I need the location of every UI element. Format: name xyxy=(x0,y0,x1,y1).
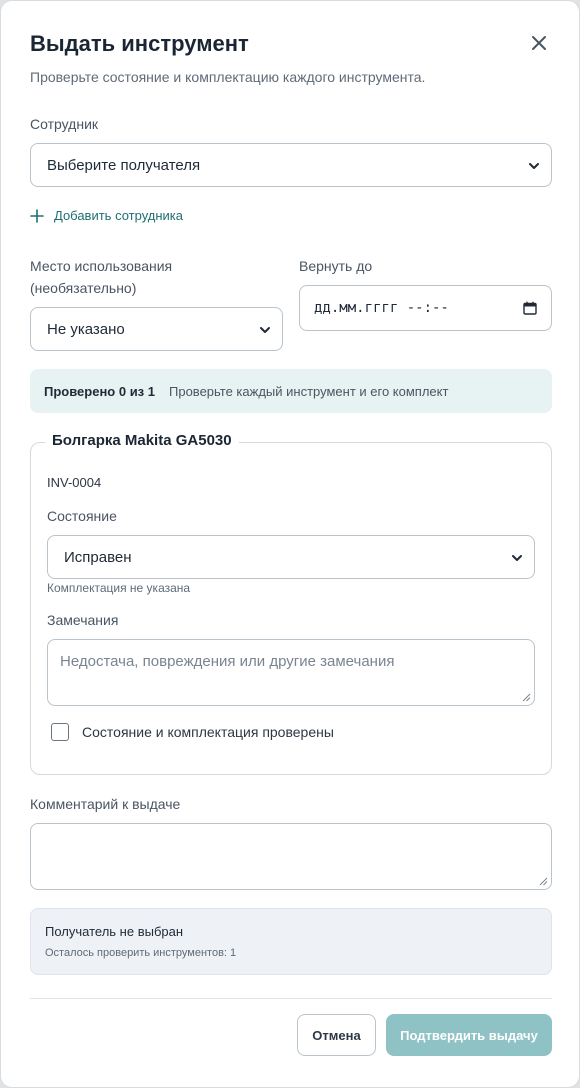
plus-icon xyxy=(30,208,44,223)
check-progress-banner: Проверено 0 из 1 Проверьте каждый инстру… xyxy=(30,369,552,413)
return-by-placeholder: дд.мм.гггг --:-- xyxy=(314,300,449,316)
add-employee-link[interactable]: Добавить сотрудника xyxy=(30,208,183,223)
chevron-down-icon xyxy=(512,555,522,561)
summary-subtitle: Осталось проверить инструментов: 1 xyxy=(45,947,237,959)
comment-label: Комментарий к выдаче xyxy=(30,796,181,812)
employee-label: Сотрудник xyxy=(30,116,99,132)
condition-select[interactable]: Исправен xyxy=(47,535,535,579)
location-label-line2: (необязательно) xyxy=(30,280,137,296)
issue-tool-dialog: Выдать инструмент Проверьте состояние и … xyxy=(0,0,580,1088)
tool-name: Болгарка Makita GA5030 xyxy=(45,432,239,449)
calendar-icon[interactable] xyxy=(523,301,537,315)
condition-select-value: Исправен xyxy=(64,548,132,566)
check-progress-status: Проверено 0 из 1 xyxy=(44,383,155,399)
employee-select-value: Выберите получателя xyxy=(47,156,201,174)
summary-title: Получатель не выбран xyxy=(45,924,184,939)
resize-grip-icon[interactable] xyxy=(522,693,531,702)
comment-textarea[interactable] xyxy=(30,823,552,890)
checked-checkbox[interactable] xyxy=(51,723,69,741)
remarks-label: Замечания xyxy=(47,612,119,628)
check-progress-hint: Проверьте каждый инструмент и его компле… xyxy=(169,383,449,399)
summary-box: Получатель не выбран Осталось проверить … xyxy=(30,908,552,975)
confirm-issue-button[interactable]: Подтвердить выдачу xyxy=(386,1014,552,1056)
add-employee-label: Добавить сотрудника xyxy=(54,208,183,223)
return-by-datetime-input[interactable]: дд.мм.гггг --:-- xyxy=(299,285,552,331)
location-select-value: Не указано xyxy=(47,320,125,338)
chevron-down-icon xyxy=(529,163,539,169)
location-label-line1: Место использования xyxy=(30,258,173,274)
footer-divider xyxy=(30,998,552,999)
condition-label: Состояние xyxy=(47,508,117,524)
employee-select[interactable]: Выберите получателя xyxy=(30,143,552,187)
return-by-label: Вернуть до xyxy=(299,258,373,274)
tool-inventory-number: INV-0004 xyxy=(47,475,102,490)
kit-hint: Комплектация не указана xyxy=(47,581,191,595)
dialog-title: Выдать инструмент xyxy=(30,31,249,56)
cancel-button[interactable]: Отмена xyxy=(297,1014,376,1056)
chevron-down-icon xyxy=(260,327,270,333)
location-label: Место использования (необязательно) xyxy=(30,255,172,299)
remarks-placeholder: Недостача, повреждения или другие замеча… xyxy=(60,653,395,670)
checked-row[interactable]: Состояние и комплектация проверены xyxy=(51,723,334,741)
checked-label: Состояние и комплектация проверены xyxy=(82,724,334,740)
resize-grip-icon[interactable] xyxy=(539,877,548,886)
remarks-textarea[interactable]: Недостача, повреждения или другие замеча… xyxy=(47,639,535,706)
location-select[interactable]: Не указано xyxy=(30,307,283,351)
dialog-subtitle: Проверьте состояние и комплектацию каждо… xyxy=(30,69,426,85)
close-icon[interactable] xyxy=(527,31,551,55)
